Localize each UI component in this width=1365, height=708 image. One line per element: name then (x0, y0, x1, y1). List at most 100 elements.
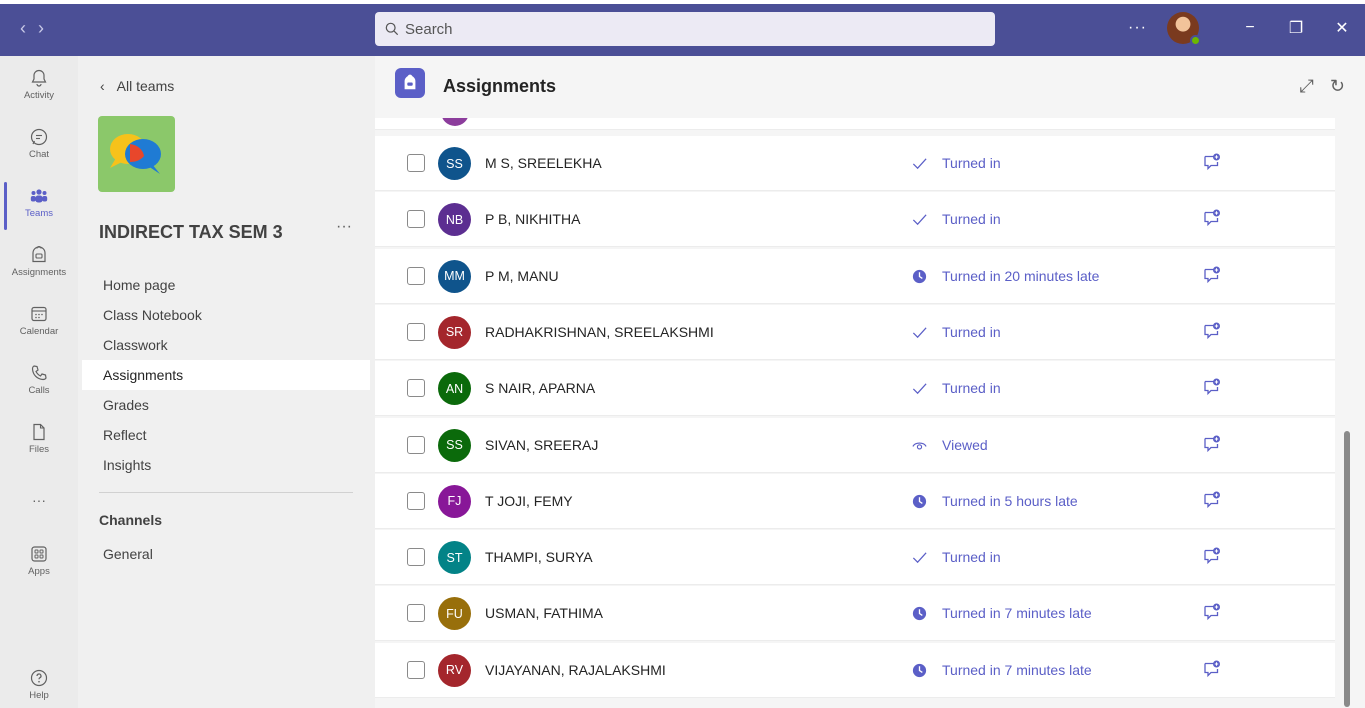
header-actions: ⤢ ↻ (1300, 76, 1346, 97)
student-name[interactable]: S NAIR, APARNA (485, 380, 595, 396)
file-icon (33, 423, 45, 441)
table-row[interactable]: ST THAMPI, SURYA Turned in (375, 530, 1335, 586)
table-row[interactable]: FJ T JOJI, FEMY Turned in 5 hours late (375, 473, 1335, 529)
select-checkbox[interactable] (407, 604, 425, 623)
rail-item-files[interactable]: Files (0, 418, 78, 470)
select-checkbox[interactable] (407, 548, 425, 567)
status-text[interactable]: Turned in 7 minutes late (942, 662, 1092, 678)
student-name[interactable]: VIJAYANAN, RAJALAKSHMI (485, 662, 666, 678)
student-name[interactable]: THAMPI, SURYA (485, 549, 593, 565)
rail-item-apps[interactable]: Apps (0, 540, 78, 592)
status-text[interactable]: Viewed (942, 437, 988, 453)
status-text[interactable]: Turned in (942, 211, 1001, 227)
select-checkbox[interactable] (407, 154, 425, 172)
table-row[interactable]: FU USMAN, FATHIMA Turned in 7 minutes late (375, 586, 1335, 642)
table-row[interactable]: AN S NAIR, APARNA Turned in (375, 361, 1335, 417)
rail-item-assignments[interactable]: Assignments (0, 241, 78, 293)
feedback-icon[interactable] (1202, 490, 1222, 510)
team-more-options-icon[interactable]: ··· (336, 218, 352, 236)
rail-item-chat[interactable]: Chat (0, 123, 78, 175)
presence-available-icon (1190, 35, 1201, 46)
feedback-icon[interactable] (1202, 152, 1222, 172)
expand-icon[interactable]: ⤢ (1300, 76, 1314, 97)
table-row[interactable]: SS M S, SREELEKHA Turned in (375, 136, 1335, 191)
feedback-icon[interactable] (1202, 377, 1222, 397)
channel-general[interactable]: General (103, 546, 153, 562)
select-checkbox[interactable] (407, 660, 425, 679)
table-row[interactable]: RV VIJAYANAN, RAJALAKSHMI Turned in 7 minu… (375, 642, 1335, 698)
table-row[interactable]: SR RADHAKRISHNAN, SREELAKSHMI Turned in (375, 304, 1335, 360)
divider (99, 492, 353, 493)
table-row[interactable]: SS SIVAN, SREERAJ Viewed (375, 417, 1335, 473)
rail-label: Activity (23, 90, 55, 101)
team-logo (98, 116, 175, 192)
feedback-icon[interactable] (1202, 602, 1222, 622)
titlebar-controls: ··· − ❐ ✕ (1128, 10, 1365, 46)
refresh-icon[interactable]: ↻ (1330, 76, 1345, 97)
student-name[interactable]: T JOJI, FEMY (485, 493, 573, 509)
avatar: SS (438, 428, 471, 462)
rail-item-activity[interactable]: Activity (0, 64, 78, 116)
feedback-icon[interactable] (1202, 321, 1222, 341)
rail-item-help[interactable]: Help (0, 664, 78, 708)
table-row[interactable]: MM P M, MANU Turned in 20 minutes late (375, 248, 1335, 304)
feedback-icon[interactable] (1202, 208, 1222, 228)
student-name[interactable]: SIVAN, SREERAJ (485, 437, 598, 453)
scrollbar-thumb[interactable] (1344, 431, 1350, 707)
select-checkbox[interactable] (407, 491, 425, 510)
status-text[interactable]: Turned in (942, 155, 1001, 171)
back-arrow-icon[interactable]: ‹ (20, 18, 26, 39)
check-icon (911, 211, 928, 228)
search-placeholder: Search (405, 20, 453, 38)
channels-heading: Channels (99, 512, 163, 528)
avatar: AN (438, 372, 471, 406)
search-box[interactable]: Search (375, 12, 995, 46)
student-name[interactable]: RADHAKRISHNAN, SREELAKSHMI (485, 324, 714, 340)
select-checkbox[interactable] (407, 322, 425, 341)
profile-avatar[interactable] (1167, 12, 1201, 46)
student-name[interactable]: USMAN, FATHIMA (485, 605, 603, 621)
status-text[interactable]: Turned in 5 hours late (942, 493, 1078, 509)
menu-item-reflect[interactable]: Reflect (82, 420, 370, 450)
calendar-icon (31, 306, 47, 322)
maximize-button[interactable]: ❐ (1273, 18, 1319, 38)
history-nav: ‹ › (20, 18, 44, 39)
status-text[interactable]: Turned in 20 minutes late (942, 268, 1099, 284)
status-text[interactable]: Turned in 7 minutes late (942, 605, 1092, 621)
minimize-button[interactable]: − (1227, 19, 1273, 37)
phone-icon (31, 365, 47, 381)
student-name[interactable]: P B, NIKHITHA (485, 211, 580, 227)
menu-item-class-notebook[interactable]: Class Notebook (82, 300, 370, 330)
select-checkbox[interactable] (407, 435, 425, 454)
avatar: RV (438, 653, 471, 687)
menu-item-grades[interactable]: Grades (82, 390, 370, 420)
menu-item-insights[interactable]: Insights (82, 450, 370, 480)
rail-item-more[interactable]: ··· (0, 488, 78, 540)
student-name[interactable]: M S, SREELEKHA (485, 155, 602, 171)
table-row[interactable]: NB P B, NIKHITHA Turned in (375, 192, 1335, 248)
rail-item-teams[interactable]: Teams (0, 182, 78, 234)
select-checkbox[interactable] (407, 210, 425, 229)
feedback-icon[interactable] (1202, 546, 1222, 566)
feedback-icon[interactable] (1202, 659, 1222, 679)
select-checkbox[interactable] (407, 266, 425, 285)
menu-item-assignments[interactable]: Assignments (82, 360, 370, 390)
title-bar: ‹ › Search ··· − ❐ ✕ (0, 0, 1365, 56)
more-options-icon[interactable]: ··· (1128, 19, 1147, 37)
status-text[interactable]: Turned in (942, 324, 1001, 340)
status-text[interactable]: Turned in (942, 549, 1001, 565)
avatar: SS (438, 147, 471, 180)
student-name[interactable]: P M, MANU (485, 268, 559, 284)
feedback-icon[interactable] (1202, 265, 1222, 285)
teams-icon (30, 189, 48, 203)
menu-item-classwork[interactable]: Classwork (82, 330, 370, 360)
menu-item-home-page[interactable]: Home page (82, 270, 370, 300)
forward-arrow-icon[interactable]: › (38, 18, 44, 39)
all-teams-link[interactable]: ‹ All teams (100, 78, 174, 94)
rail-item-calendar[interactable]: Calendar (0, 300, 78, 352)
close-button[interactable]: ✕ (1319, 18, 1365, 38)
select-checkbox[interactable] (407, 379, 425, 398)
rail-item-calls[interactable]: Calls (0, 359, 78, 411)
status-text[interactable]: Turned in (942, 380, 1001, 396)
feedback-icon[interactable] (1202, 434, 1222, 454)
